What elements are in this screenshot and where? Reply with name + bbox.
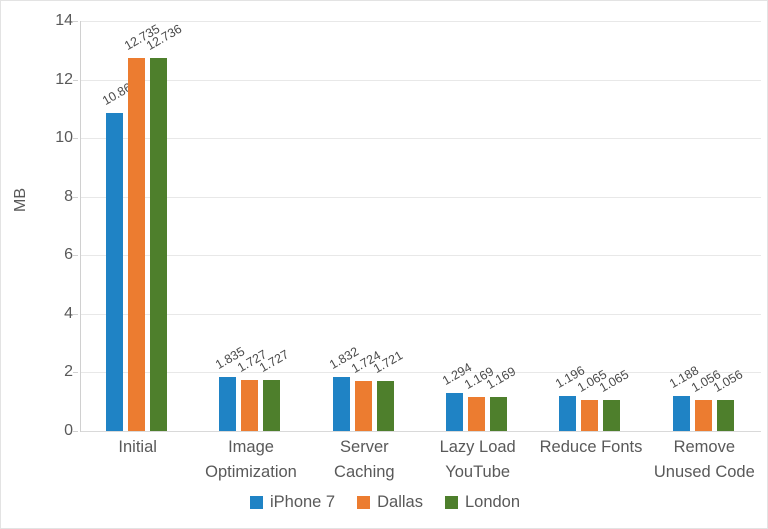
x-category-label-line: Remove — [673, 438, 736, 456]
bar-london — [603, 399, 621, 431]
bar-iphone-7 — [106, 112, 123, 431]
gridline — [81, 372, 761, 374]
bar-iphone-7 — [559, 395, 577, 431]
bar-group: 1.835 1.727 1.727 — [213, 21, 291, 431]
bar-group: 1.188 1.056 1.056 — [667, 21, 745, 431]
y-tick-label: 8 — [64, 187, 73, 205]
x-category-label: Reduce Fonts — [534, 435, 647, 460]
y-tick-mark — [73, 79, 78, 81]
gridline — [81, 255, 761, 257]
y-tick-mark — [73, 21, 78, 22]
bar-dallas — [468, 396, 485, 431]
x-category-label-line: Initial — [118, 438, 157, 456]
x-category-label-line: Lazy Load — [439, 438, 516, 456]
chart-legend: iPhone 7 Dallas London — [1, 493, 767, 512]
legend-item-iphone-7[interactable]: iPhone 7 — [249, 493, 336, 512]
legend-swatch-icon — [357, 496, 371, 509]
y-tick-label: 12 — [55, 70, 73, 88]
y-tick-label: 2 — [64, 363, 73, 381]
legend-label: Dallas — [377, 493, 423, 511]
gridline — [81, 431, 761, 432]
plot-area: 10.863 12.735 12.736 1.835 1.727 1.727 1.832 1.… — [81, 21, 761, 432]
gridline — [81, 79, 761, 81]
legend-label: London — [464, 493, 521, 511]
x-category-label: Initial — [81, 435, 194, 460]
y-tick-mark — [73, 138, 78, 140]
bar-london — [263, 380, 281, 431]
bar-london — [716, 400, 734, 431]
x-category-label-line: Optimization — [205, 463, 297, 481]
y-axis-ticks: 0 2 4 6 8 10 12 14 — [29, 12, 78, 439]
y-tick-label: 14 — [55, 12, 73, 29]
y-tick-label: 6 — [64, 246, 73, 264]
y-tick-mark — [73, 372, 78, 374]
bar-dallas — [694, 400, 712, 431]
y-tick-mark — [73, 313, 78, 315]
y-axis-title: MB — [12, 188, 29, 212]
bar-group: 10.863 12.735 12.736 — [100, 21, 184, 431]
bar-dallas — [581, 399, 599, 431]
bar-group: 1.832 1.724 1.721 — [327, 21, 405, 431]
bar-london — [490, 396, 507, 431]
x-category-label: Remove Unused Code — [648, 435, 761, 485]
y-tick-mark — [73, 255, 78, 257]
legend-label: iPhone 7 — [269, 493, 336, 511]
x-category-label: Lazy Load YouTube — [421, 435, 534, 485]
legend-swatch-icon — [249, 496, 263, 509]
bar-london — [150, 58, 167, 431]
legend-swatch-icon — [444, 496, 458, 509]
bar-dallas — [354, 380, 372, 431]
bar-iphone-7 — [219, 377, 237, 431]
y-tick-label: 10 — [55, 129, 73, 147]
bar-dallas — [128, 58, 145, 431]
bar-iphone-7 — [446, 393, 463, 431]
x-category-label: Server Caching — [308, 435, 421, 485]
legend-item-dallas[interactable]: Dallas — [357, 493, 423, 512]
x-category-label-line: Server — [340, 438, 389, 456]
bar-dallas — [241, 380, 259, 431]
y-tick-mark — [73, 431, 78, 432]
bar-iphone-7 — [332, 377, 350, 431]
gridline — [81, 196, 761, 198]
x-category-label-line: Caching — [334, 463, 395, 481]
x-category-label-line: YouTube — [445, 463, 511, 481]
bar-group: 1.196 1.065 1.065 — [553, 21, 631, 431]
y-tick-label: 4 — [64, 304, 73, 322]
x-category-label-line: Reduce Fonts — [539, 438, 643, 456]
legend-item-london[interactable]: London — [444, 493, 521, 512]
x-category-label: Image Optimization — [194, 435, 307, 485]
y-tick-mark — [73, 196, 78, 198]
bar-iphone-7 — [672, 396, 690, 431]
bar-chart: MB 0 2 4 6 8 10 12 14 10.863 12.735 12.736 1.835 1.… — [0, 0, 768, 529]
bar-group: 1.294 1.169 1.169 — [440, 21, 518, 431]
bar-london — [376, 380, 394, 431]
x-axis-categories: Initial Image Optimization Server Caching Laz… — [81, 435, 761, 487]
x-category-label-line: Image — [228, 438, 274, 456]
gridline — [81, 313, 761, 315]
gridline — [81, 21, 761, 22]
y-tick-label: 0 — [64, 422, 73, 439]
gridline — [81, 138, 761, 140]
x-category-label-line: Unused Code — [653, 463, 755, 481]
